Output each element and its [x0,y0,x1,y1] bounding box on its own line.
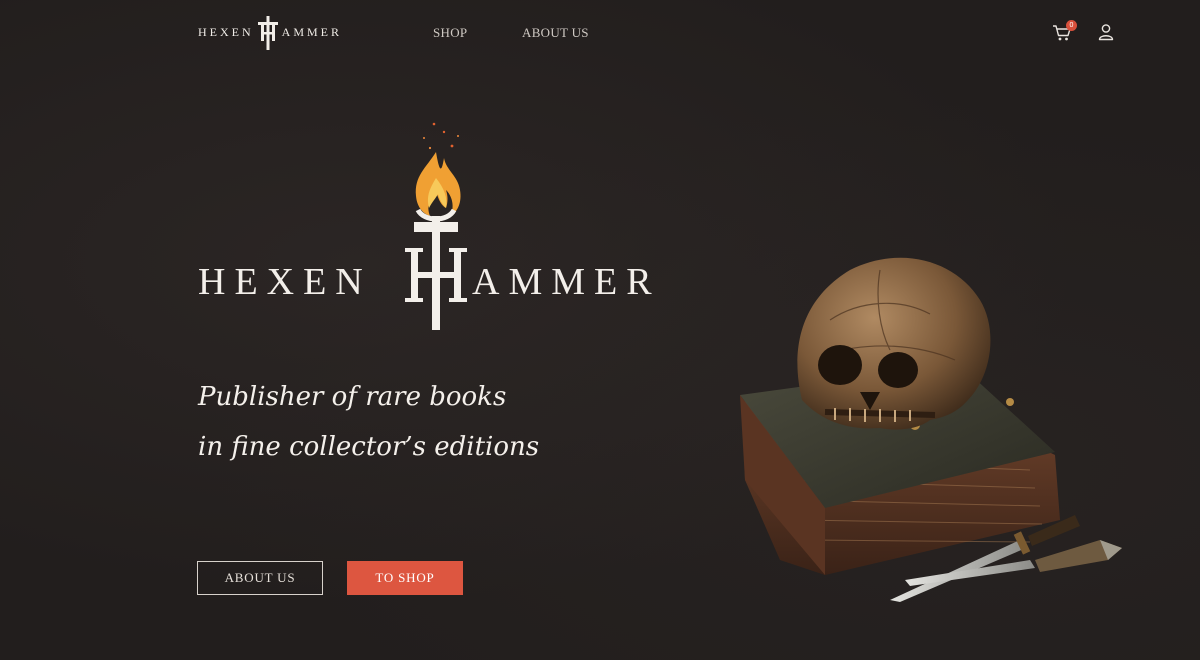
tagline-line-1: Publisher of rare books [198,382,507,412]
cart-count-badge: 0 [1066,20,1077,31]
skull-book-illustration [740,257,1122,602]
hero-tagline: Publisher of rare books in fine collecto… [198,372,638,472]
site-header: HEXEN AMMER SHOP ABOUT US 0 [0,0,1200,64]
torch-hammer-icon [405,122,467,330]
logo-word-left: HEXEN [198,24,254,39]
hero-logo-word-right: AMMER [472,261,661,303]
torch-hammer-icon [257,16,278,50]
nav-shop-link[interactable]: SHOP [433,25,467,41]
user-icon[interactable] [1098,23,1114,41]
header-logo[interactable]: HEXEN AMMER [198,12,358,52]
logo-word-right: AMMER [281,24,343,39]
hero-logo-word-left: HEXEN [198,261,372,303]
about-us-button[interactable]: ABOUT US [197,561,323,595]
hero-logo: HEXEN AMMER [196,118,686,338]
tagline-line-2: in fine collector’s editions [198,432,540,462]
nav-about-link[interactable]: ABOUT US [522,25,589,41]
to-shop-button[interactable]: TO SHOP [347,561,463,595]
